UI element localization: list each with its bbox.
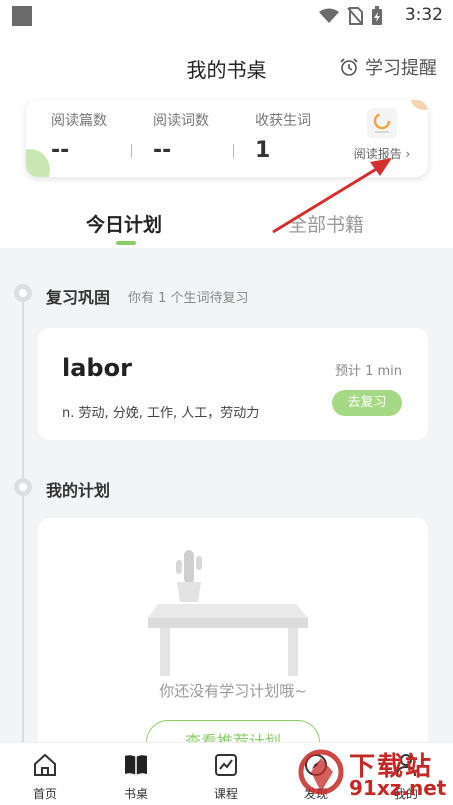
status-bar: 3:32 xyxy=(0,0,453,34)
review-section-title: 复习巩固 xyxy=(46,288,111,307)
stat-value: -- xyxy=(153,138,172,163)
stat-label: 收获生词 xyxy=(255,113,311,129)
notification-icon xyxy=(12,6,32,26)
chart-icon xyxy=(215,754,237,776)
home-icon xyxy=(34,753,56,776)
no-sim-icon xyxy=(347,7,363,25)
tab-bar: 今日计划 全部书籍 xyxy=(0,196,453,248)
word-meaning: n. 劳动, 分娩, 工作, 人工，劳动力 xyxy=(62,406,260,421)
watermark-url: 91xz.net xyxy=(349,776,447,800)
view-recommended-plan-button[interactable]: 查看推荐计划 xyxy=(146,720,320,742)
timeline-dot xyxy=(14,284,32,302)
alarm-clock-icon xyxy=(340,58,358,76)
report-icon xyxy=(367,108,397,138)
reading-report-label: 阅读报告 › xyxy=(353,147,411,161)
estimated-time: 预计 1 min xyxy=(334,364,402,379)
divider xyxy=(131,144,132,158)
decor-leaf xyxy=(26,149,50,177)
status-time: 3:32 xyxy=(404,5,443,25)
stat-articles: 阅读篇数 -- xyxy=(51,110,107,163)
review-word: labor xyxy=(62,354,132,382)
stat-label: 阅读词数 xyxy=(153,113,209,129)
site-watermark: 下载站 91xz.net xyxy=(297,746,447,802)
book-icon xyxy=(125,755,147,775)
plan-content[interactable]: 复习巩固 你有 1 个生词待复习 labor n. 劳动, 分娩, 工作, 人工… xyxy=(0,248,453,742)
header: 我的书桌 学习提醒 xyxy=(0,34,453,96)
review-section-subtitle: 你有 1 个生词待复习 xyxy=(128,291,249,306)
nav-label: 书桌 xyxy=(123,787,148,801)
active-tab-indicator xyxy=(116,241,136,245)
nav-label: 课程 xyxy=(213,787,238,801)
study-reminder-label: 学习提醒 xyxy=(365,58,437,79)
battery-icon xyxy=(372,6,382,25)
study-reminder-button[interactable]: 学习提醒 xyxy=(339,54,437,80)
nav-desk[interactable]: 书桌 xyxy=(106,751,166,802)
nav-label: 首页 xyxy=(32,787,57,801)
stat-new-words: 收获生词 1 xyxy=(255,110,311,163)
stat-value: 1 xyxy=(255,138,271,163)
my-plan-card: 你还没有学习计划哦~ 查看推荐计划 xyxy=(38,518,428,742)
review-word-card[interactable]: labor n. 劳动, 分娩, 工作, 人工，劳动力 预计 1 min 去复习 xyxy=(38,328,428,440)
reading-stats-card: 阅读篇数 -- 阅读词数 -- 收获生词 1 阅读报告 › xyxy=(26,100,428,177)
empty-plan-text: 你还没有学习计划哦~ xyxy=(159,682,307,700)
status-icons xyxy=(319,6,383,26)
timeline-dot xyxy=(14,478,32,496)
divider xyxy=(233,144,234,158)
timeline-line xyxy=(22,288,24,742)
empty-desk-illustration xyxy=(148,550,308,676)
reading-report-button[interactable]: 阅读报告 › xyxy=(350,108,414,162)
nav-courses[interactable]: 课程 xyxy=(196,751,256,802)
go-review-button[interactable]: 去复习 xyxy=(332,390,402,416)
stat-label: 阅读篇数 xyxy=(51,113,107,129)
stat-value: -- xyxy=(51,138,70,163)
stat-words-read: 阅读词数 -- xyxy=(153,110,209,163)
nav-home[interactable]: 首页 xyxy=(15,751,75,802)
watermark-logo-icon xyxy=(298,749,344,795)
wifi-icon xyxy=(319,8,339,23)
plan-section-title: 我的计划 xyxy=(46,481,111,500)
tab-today-plan[interactable]: 今日计划 xyxy=(86,210,162,237)
tab-all-books[interactable]: 全部书籍 xyxy=(288,210,364,237)
